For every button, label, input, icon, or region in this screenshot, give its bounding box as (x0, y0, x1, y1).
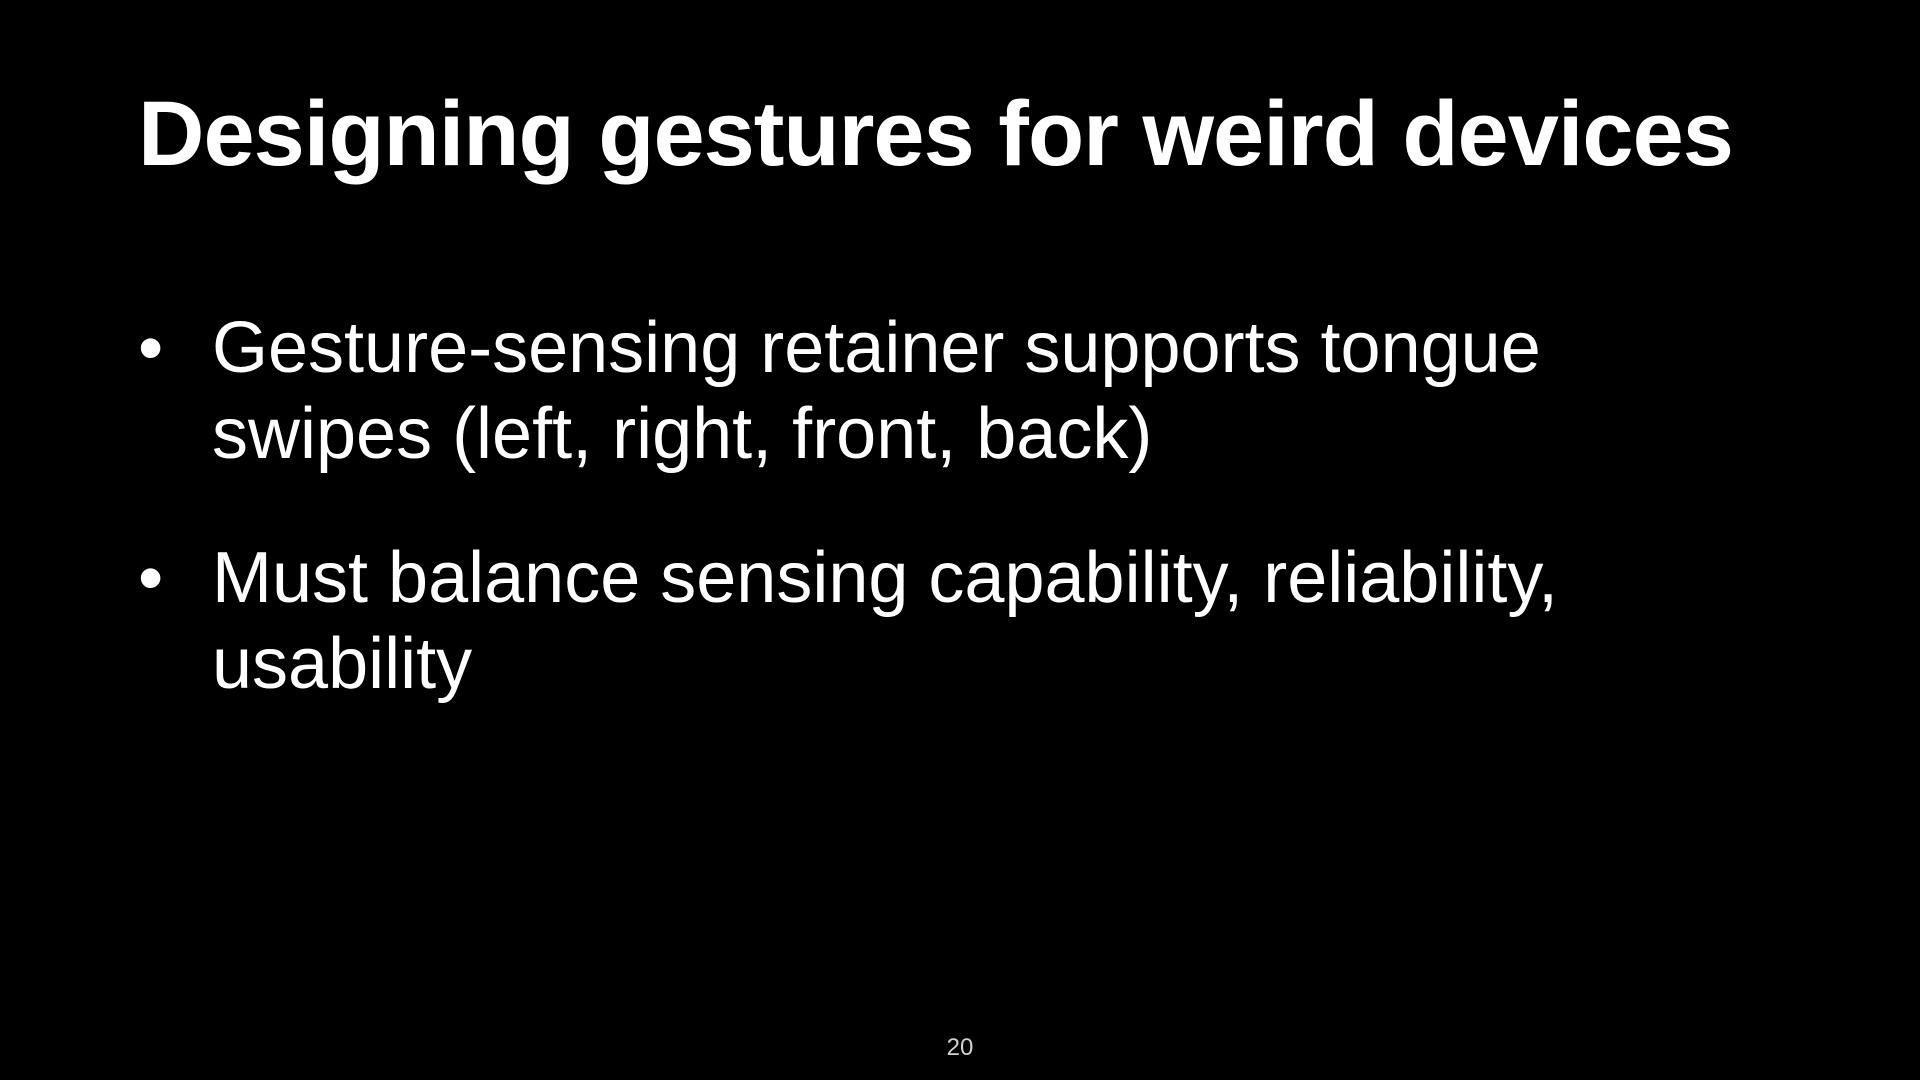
page-number: 20 (946, 1034, 974, 1061)
slide-title: Designing gestures for weird devices (138, 83, 1734, 185)
bullet-list: • Gesture-sensing retainer supports tong… (138, 305, 1698, 765)
bullet-item: • Gesture-sensing retainer supports tong… (138, 305, 1698, 477)
bullet-text: Gesture-sensing retainer supports tongue… (212, 308, 1541, 474)
bullet-icon: • (138, 308, 164, 388)
presentation-slide: Designing gestures for weird devices • G… (0, 0, 1920, 1080)
bullet-item: • Must balance sensing capability, relia… (138, 535, 1698, 707)
bullet-icon: • (138, 538, 164, 618)
bullet-text: Must balance sensing capability, reliabi… (212, 538, 1558, 704)
